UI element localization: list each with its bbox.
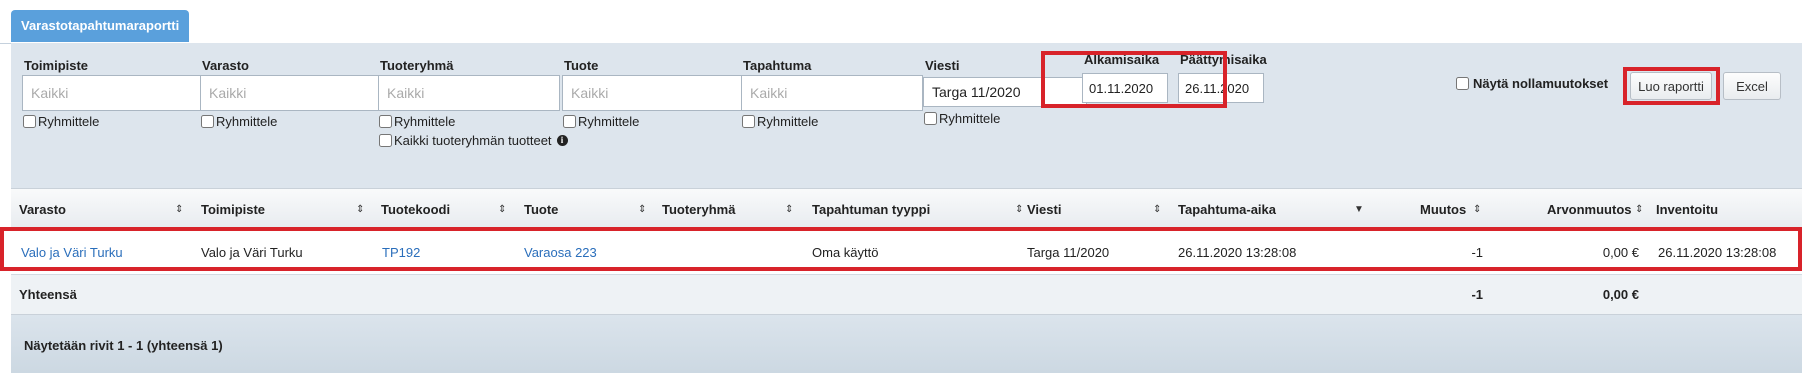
filter-toimipiste: Toimipiste Ryhmittele [22,57,204,130]
header-tuote[interactable]: Tuote [524,189,558,231]
filter-varasto: Varasto Ryhmittele [200,57,382,130]
sort-icon[interactable]: ⇕ [1153,189,1161,231]
filter-label: Tuote [564,58,599,73]
sort-icon[interactable]: ⇕ [638,189,646,231]
group-checkbox-tuote[interactable]: Ryhmittele [562,112,744,130]
checkbox[interactable] [201,114,214,128]
group-checkbox-tapahtuma[interactable]: Ryhmittele [741,112,923,130]
header-tuoteryhma[interactable]: Tuoteryhmä [662,189,735,231]
header-toimipiste[interactable]: Toimipiste [201,189,265,231]
sort-icon[interactable]: ⇕ [785,189,793,231]
info-icon[interactable]: i [556,134,568,146]
highlight-box-create-report [1623,67,1720,105]
filter-tuoteryhma: Tuoteryhmä Ryhmittele Kaikki tuoteryhmän… [378,57,568,149]
tuote-input[interactable] [562,75,744,111]
checkbox-label: Ryhmittele [757,113,819,129]
sort-icon[interactable]: ⇕ [1635,189,1643,231]
header-tapahtuman-tyyppi[interactable]: Tapahtuman tyyppi [812,189,930,231]
highlight-box-viesti [1041,51,1227,108]
checkbox[interactable] [379,114,392,128]
tab-varastotapahtumaraportti[interactable]: Varastotapahtumaraportti [11,10,190,42]
pager-info: Näytetään rivit 1 - 1 (yhteensä 1) [24,338,223,353]
header-inventoitu[interactable]: Inventoitu [1656,189,1718,231]
sort-icon[interactable]: ⇕ [356,189,364,231]
header-muutos[interactable]: Muutos [1420,189,1466,231]
group-checkbox-varasto[interactable]: Ryhmittele [200,112,382,130]
filter-tapahtuma: Tapahtuma Ryhmittele [741,57,923,130]
toimipiste-input[interactable] [22,75,204,111]
checkbox-label: Kaikki tuoteryhmän tuotteet [394,132,552,148]
filter-label: Varasto [202,58,249,73]
totals-label: Yhteensä [19,287,77,302]
filter-label: Toimipiste [24,58,89,73]
checkbox-label: Ryhmittele [394,113,456,129]
checkbox[interactable] [924,111,937,125]
checkbox-label: Ryhmittele [38,113,100,129]
header-arvonmuutos[interactable]: Arvonmuutos [1547,189,1632,231]
tapahtuma-input[interactable] [741,75,923,111]
group-checkbox-viesti[interactable]: Ryhmittele [923,109,1087,127]
checkbox[interactable] [563,114,576,128]
filter-panel: Toimipiste Ryhmittele Varasto Ryhmittele… [11,43,1802,188]
group-checkbox-tuoteryhma[interactable]: Ryhmittele [378,112,568,130]
filter-tuote: Tuote Ryhmittele [562,57,744,130]
tab-bar: Varastotapahtumaraportti [0,0,1802,44]
header-tuotekoodi[interactable]: Tuotekoodi [381,189,450,231]
checkbox-label: Näytä nollamuutokset [1473,76,1609,91]
table-header: Varasto ⇕ Toimipiste ⇕ Tuotekoodi ⇕ Tuot… [11,188,1802,231]
header-viesti[interactable]: Viesti [1027,189,1061,231]
totals-row: Yhteensä -1 0,00 € [11,274,1802,315]
checkbox[interactable] [1456,77,1469,90]
header-varasto[interactable]: Varasto [19,189,66,231]
sort-icon[interactable]: ⇕ [498,189,506,231]
sort-icon[interactable]: ⇕ [1473,189,1481,231]
highlight-box-row [0,227,1802,271]
report-grid: Varasto ⇕ Toimipiste ⇕ Tuotekoodi ⇕ Tuot… [11,188,1802,373]
checkbox[interactable] [379,133,392,147]
sort-desc-icon[interactable]: ▼ [1354,189,1364,231]
checkbox-label: Ryhmittele [578,113,640,129]
sort-icon[interactable]: ⇕ [1015,189,1023,231]
checkbox-label: Ryhmittele [939,110,1001,126]
excel-button[interactable]: Excel [1723,72,1781,100]
checkbox[interactable] [23,114,36,128]
grid-footer: Näytetään rivit 1 - 1 (yhteensä 1) [11,315,1802,373]
checkbox[interactable] [742,114,755,128]
all-products-checkbox[interactable]: Kaikki tuoteryhmän tuotteet i [378,131,568,149]
header-tapahtuma-aika[interactable]: Tapahtuma-aika [1178,189,1276,231]
tuoteryhma-input[interactable] [378,75,560,111]
checkbox-label: Ryhmittele [216,113,278,129]
group-checkbox-toimipiste[interactable]: Ryhmittele [22,112,204,130]
varasto-input[interactable] [200,75,382,111]
sort-icon[interactable]: ⇕ [175,189,183,231]
totals-muutos: -1 [1471,287,1483,302]
show-zero-changes-checkbox[interactable]: Näytä nollamuutokset [1456,76,1608,91]
totals-arvonmuutos: 0,00 € [1602,287,1639,302]
filter-label: Tuoteryhmä [380,58,454,73]
filter-label: Tapahtuma [743,58,812,73]
